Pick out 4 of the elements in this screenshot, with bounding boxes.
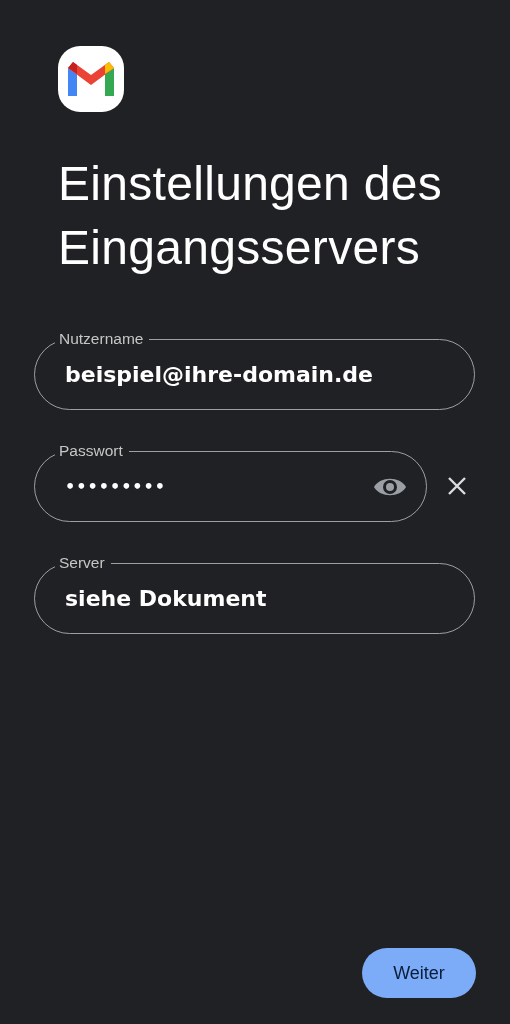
close-icon[interactable] <box>447 476 467 496</box>
mail-logo-icon <box>58 46 124 112</box>
page-title: Einstellungen des Eingangsservers <box>58 156 444 276</box>
next-button[interactable]: Weiter <box>362 948 476 998</box>
